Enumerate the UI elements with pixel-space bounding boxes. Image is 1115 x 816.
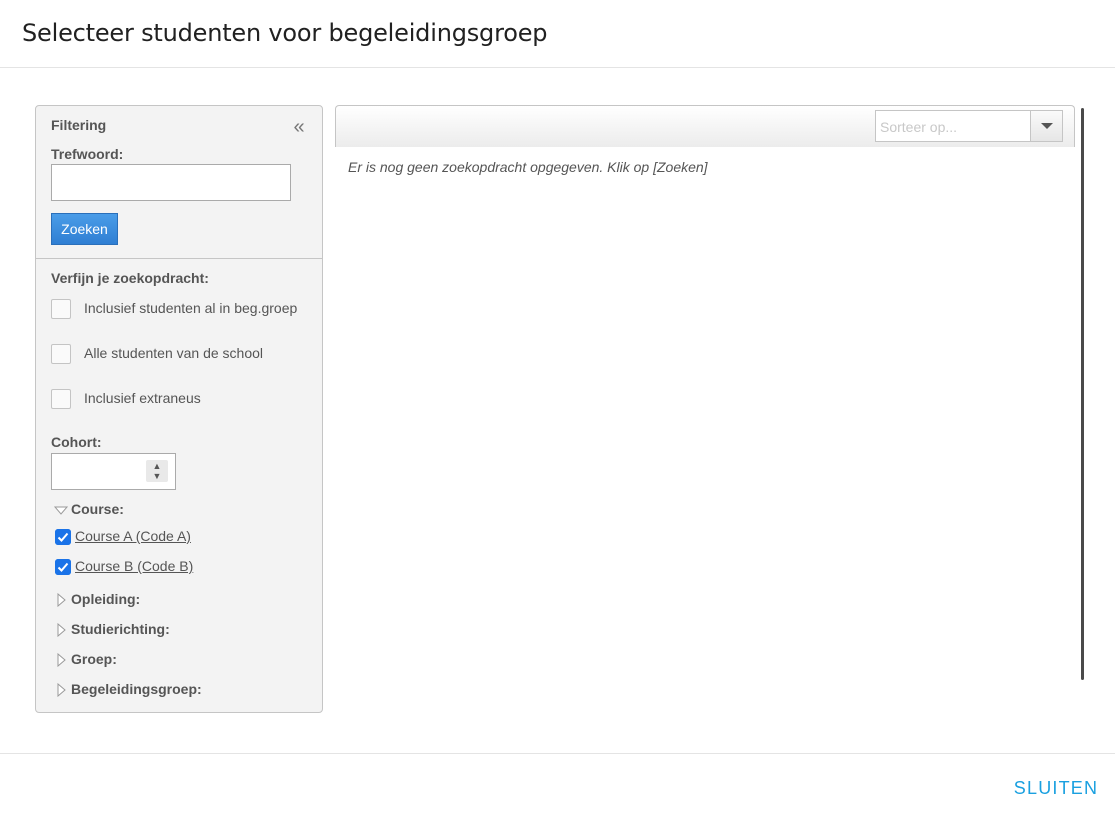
empty-results-message: Er is nog geen zoekopdracht opgegeven. K… bbox=[348, 159, 708, 175]
sort-select[interactable]: Sorteer op... bbox=[875, 110, 1063, 142]
course-link[interactable]: Course A (Code A) bbox=[75, 528, 191, 544]
refine-label: Verfijn je zoekopdracht: bbox=[51, 270, 209, 286]
dialog-header: Selecteer studenten voor begeleidingsgro… bbox=[0, 0, 1115, 68]
checkbox-box[interactable] bbox=[51, 344, 71, 364]
close-button[interactable]: SLUITEN bbox=[1007, 774, 1105, 802]
filter-panel: Filtering « Trefwoord: Zoeken Verfijn je… bbox=[35, 105, 323, 713]
cohort-stepper[interactable]: ▲ ▼ bbox=[51, 453, 176, 490]
triangle-right-icon bbox=[57, 623, 66, 637]
triangle-right-icon bbox=[57, 593, 66, 607]
dialog-title: Selecteer studenten voor begeleidingsgro… bbox=[22, 19, 548, 47]
cohort-label: Cohort: bbox=[51, 434, 102, 450]
filter-search-section: Filtering « Trefwoord: Zoeken bbox=[36, 106, 322, 259]
collapse-panel-icon[interactable]: « bbox=[289, 117, 309, 138]
keyword-input[interactable] bbox=[51, 164, 291, 201]
group-label: Begeleidingsgroep: bbox=[71, 681, 202, 697]
results-scrollbar[interactable] bbox=[1081, 108, 1084, 680]
checkbox-label: Inclusief extraneus bbox=[84, 390, 201, 406]
group-label: Groep: bbox=[71, 651, 117, 667]
sort-placeholder: Sorteer op... bbox=[880, 119, 958, 135]
filter-heading: Filtering bbox=[51, 117, 107, 133]
group-label: Studierichting: bbox=[71, 621, 170, 637]
cohort-input[interactable] bbox=[52, 454, 144, 489]
spinner-arrows-icon[interactable]: ▲ ▼ bbox=[146, 460, 168, 482]
checkbox-box[interactable] bbox=[51, 389, 71, 409]
group-label: Opleiding: bbox=[71, 591, 141, 607]
dialog-footer-divider bbox=[0, 753, 1115, 754]
keyword-label: Trefwoord: bbox=[51, 146, 124, 162]
triangle-right-icon bbox=[57, 683, 66, 697]
checkbox-checked-icon[interactable] bbox=[55, 559, 71, 575]
course-group-label: Course: bbox=[71, 501, 124, 517]
checkbox-label: Alle studenten van de school bbox=[84, 345, 264, 361]
triangle-right-icon bbox=[57, 653, 66, 667]
chevron-down-icon[interactable] bbox=[1030, 111, 1062, 141]
checkbox-box[interactable] bbox=[51, 299, 71, 319]
results-toolbar: Sorteer op... bbox=[335, 105, 1075, 147]
search-button[interactable]: Zoeken bbox=[51, 213, 118, 245]
course-link[interactable]: Course B (Code B) bbox=[75, 558, 193, 574]
triangle-down-icon bbox=[54, 506, 68, 515]
checkbox-checked-icon[interactable] bbox=[55, 529, 71, 545]
checkbox-label: Inclusief studenten al in beg.groep bbox=[84, 300, 298, 316]
